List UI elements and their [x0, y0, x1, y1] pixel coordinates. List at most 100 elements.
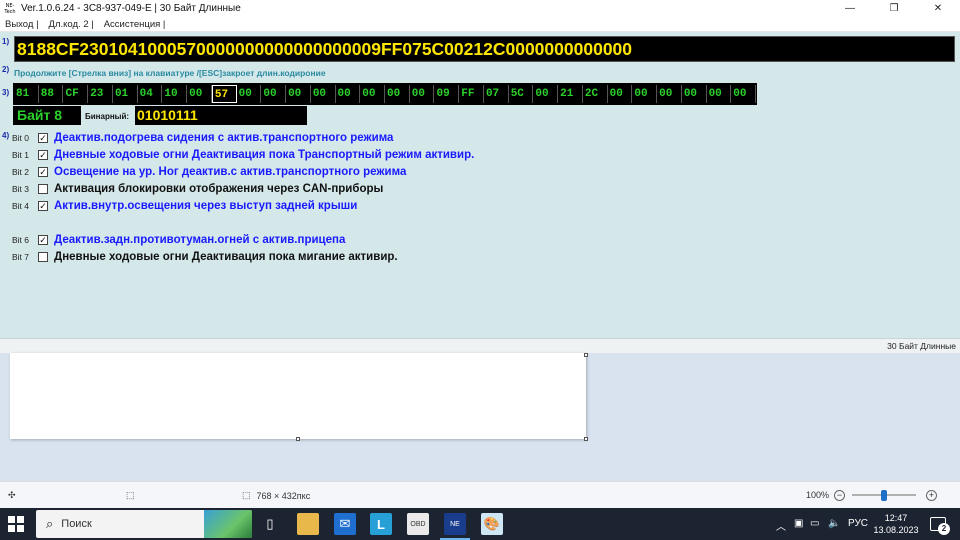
zoom-in-button[interactable]: + — [926, 490, 937, 501]
byte-cell[interactable]: 00 — [385, 85, 410, 103]
menu-bar: Выход | Дл.код. 2 | Ассистенция | — [0, 17, 960, 32]
bit-name: Bit 4 — [12, 201, 30, 211]
minimize-button[interactable]: — — [828, 0, 872, 17]
coding-string-field[interactable]: 8188CF2301041000570000000000000000009FF0… — [14, 36, 955, 62]
byte-cell[interactable]: 57 — [211, 85, 237, 103]
maximize-button[interactable]: ❐ — [872, 0, 916, 17]
canvas-resize-handle-corner[interactable] — [584, 437, 588, 441]
checkmark-icon: ✓ — [39, 166, 47, 177]
byte-cell[interactable]: 23 — [88, 85, 113, 103]
bit-description: Освещение на ур. Ног деактив.с актив.тра… — [54, 166, 407, 178]
task-view-icon[interactable]: ▯ — [259, 513, 281, 535]
step-2-label: 2) — [2, 65, 10, 74]
byte-cell[interactable]: 07 — [484, 85, 509, 103]
checkmark-icon: ✓ — [39, 234, 47, 245]
byte-cell[interactable]: CF — [63, 85, 89, 103]
byte-cell[interactable]: 2C — [583, 85, 608, 103]
byte-cell[interactable]: 01 — [113, 85, 138, 103]
bit-description: Дневные ходовые огни Деактивация пока ми… — [54, 251, 398, 263]
paint-workspace — [0, 353, 960, 481]
byte-cell[interactable]: 00 — [286, 85, 311, 103]
byte-cell[interactable]: 00 — [311, 85, 336, 103]
canvas-resize-handle-bottom[interactable] — [296, 437, 300, 441]
file-explorer-icon[interactable] — [297, 513, 319, 535]
byte-cell[interactable]: 00 — [657, 85, 682, 103]
close-button[interactable]: ✕ — [916, 0, 960, 17]
zoom-out-button[interactable]: − — [834, 490, 845, 501]
clock-date: 13.08.2023 — [873, 525, 919, 535]
zoom-slider-thumb[interactable] — [881, 490, 887, 501]
menu-exit[interactable]: Выход | — [0, 19, 44, 30]
byte-cell[interactable]: 00 — [237, 85, 262, 103]
app-l-icon[interactable]: L — [370, 513, 392, 535]
bit-description: Деактив.задн.противотуман.огней с актив.… — [54, 234, 346, 246]
paint-app-icon[interactable]: 🎨 — [481, 513, 503, 535]
step-4-label: 4) — [2, 131, 10, 140]
bit-description: Активация блокировки отображения через C… — [54, 183, 384, 195]
clock-time: 12:47 — [884, 513, 908, 523]
canvas-resize-handle-right[interactable] — [584, 353, 588, 357]
search-highlight-image — [204, 510, 252, 538]
bit-name: Bit 1 — [12, 150, 30, 160]
search-icon: ⌕ — [46, 516, 54, 531]
byte-cell[interactable]: 00 — [187, 85, 212, 103]
byte-cell[interactable]: 00 — [682, 85, 707, 103]
byte-cell[interactable]: 00 — [632, 85, 658, 103]
tray-device-icon[interactable]: ▣ — [794, 518, 803, 529]
network-icon[interactable]: ▭ — [810, 518, 819, 529]
byte-cell[interactable]: 81 — [14, 85, 39, 103]
bit-checkbox[interactable]: ✓ — [38, 150, 48, 160]
byte-cell[interactable]: 00 — [533, 85, 559, 103]
window-controls: — ❐ ✕ — [828, 0, 960, 17]
bit-description: Деактив.подогрева сидения с актив.трансп… — [54, 132, 394, 144]
ne-tech-app-icon[interactable]: NE — [444, 513, 466, 535]
status-text: 30 Байт Длинные — [887, 341, 956, 351]
menu-assistance[interactable]: Ассистенция | — [99, 19, 171, 30]
image-size-group: ⬚ 768 × 432пкс — [242, 490, 310, 501]
paint-status-bar: ✣ ⬚ ⬚ 768 × 432пкс 100% − + — [0, 481, 960, 508]
byte-cell[interactable]: FF — [459, 85, 484, 103]
checkmark-icon: ✓ — [39, 200, 47, 211]
bit-row: Bit 4 ✓ Актив.внутр.освещения через выступ… — [12, 198, 357, 214]
byte-cell[interactable]: 00 — [731, 85, 757, 103]
mail-icon[interactable]: ✉ — [334, 513, 356, 535]
step-3-label: 3) — [2, 88, 10, 97]
bit-name: Bit 2 — [12, 167, 30, 177]
bit-row: Bit 7 Дневные ходовые огни Деактивация по… — [12, 249, 398, 265]
title-bar: NE-Tech Ver.1.0.6.24 - 3C8-937-049-E | 3… — [0, 0, 960, 17]
byte-cell[interactable]: 00 — [261, 85, 287, 103]
bit-row: Bit 6 ✓ Деактив.задн.противотуман.огней с … — [12, 232, 345, 248]
bit-row: Bit 3 Активация блокировки отображения че… — [12, 181, 383, 197]
byte-cell[interactable]: 00 — [410, 85, 435, 103]
bit-checkbox[interactable]: ✓ — [38, 201, 48, 211]
byte-cell[interactable]: 09 — [434, 85, 460, 103]
bit-checkbox[interactable] — [38, 252, 48, 262]
byte-cell[interactable]: 00 — [336, 85, 361, 103]
bit-checkbox[interactable]: ✓ — [38, 235, 48, 245]
bit-row: Bit 0 ✓ Деактив.подогрева сидения с актив.… — [12, 130, 393, 146]
clock[interactable]: 12:47 13.08.2023 — [866, 512, 926, 536]
hint-text: Продолжите [Стрелка вниз] на клавиатуре … — [14, 68, 326, 78]
obd-app-icon[interactable]: OBD — [407, 513, 429, 535]
windows-start-icon[interactable] — [8, 516, 24, 532]
binary-value-field[interactable]: 01010111 — [135, 106, 307, 125]
byte-cell[interactable]: 00 — [707, 85, 732, 103]
tray-chevron-icon[interactable]: ︿ — [776, 518, 786, 533]
volume-icon[interactable]: 🔈 — [828, 518, 840, 529]
byte-cell[interactable]: 88 — [39, 85, 64, 103]
paint-canvas[interactable] — [10, 353, 586, 439]
bit-checkbox[interactable]: ✓ — [38, 167, 48, 177]
bit-checkbox[interactable]: ✓ — [38, 133, 48, 143]
byte-cell[interactable]: 10 — [162, 85, 188, 103]
window-title: Ver.1.0.6.24 - 3C8-937-049-E | 30 Байт Д… — [21, 3, 241, 14]
byte-cell[interactable]: 21 — [558, 85, 583, 103]
image-size-text: 768 × 432пкс — [256, 490, 311, 501]
byte-cell[interactable]: 00 — [608, 85, 633, 103]
byte-cell[interactable]: 04 — [138, 85, 163, 103]
taskbar-search[interactable]: ⌕ Поиск — [36, 510, 252, 538]
menu-long-code-2[interactable]: Дл.код. 2 | — [44, 19, 99, 30]
bit-checkbox[interactable] — [38, 184, 48, 194]
byte-cell[interactable]: 00 — [360, 85, 386, 103]
byte-cell[interactable]: 5C — [509, 85, 534, 103]
bit-name: Bit 3 — [12, 184, 30, 194]
